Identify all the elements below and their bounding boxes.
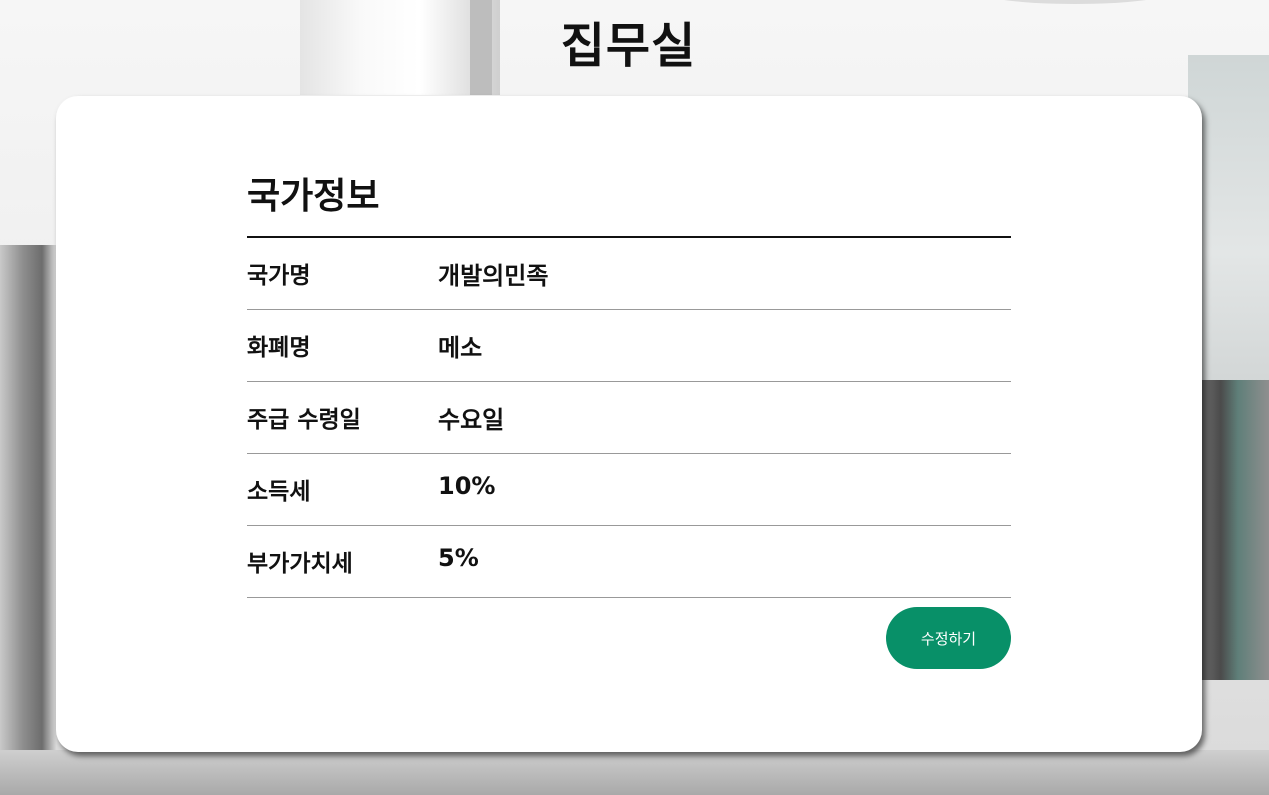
- edit-button[interactable]: 수정하기: [886, 607, 1011, 669]
- info-value: 10%: [438, 472, 496, 500]
- info-value: 메소: [438, 334, 483, 362]
- info-label: 화폐명: [247, 335, 311, 361]
- info-value: 수요일: [438, 406, 505, 434]
- page-title: 집무실: [560, 18, 697, 74]
- info-row-currency-name: 화폐명 메소: [247, 310, 1011, 382]
- info-row-income-tax: 소득세 10%: [247, 454, 1011, 526]
- background-books: [1200, 380, 1269, 680]
- background-desk: [0, 750, 1269, 795]
- info-value: 5%: [438, 544, 479, 572]
- section-title: 국가정보: [247, 172, 1011, 238]
- info-row-payday: 주급 수령일 수요일: [247, 382, 1011, 454]
- info-row-country-name: 국가명 개발의민족: [247, 238, 1011, 310]
- background-lamp: [980, 0, 1170, 4]
- info-label: 부가가치세: [247, 551, 353, 577]
- info-row-vat: 부가가치세 5%: [247, 526, 1011, 598]
- info-label: 주급 수령일: [247, 407, 361, 433]
- info-value: 개발의민족: [438, 262, 549, 290]
- background-monitor: [0, 245, 56, 765]
- country-info-card: 국가정보 국가명 개발의민족 화폐명 메소 주급 수령일 수요일 소득세 10%…: [56, 96, 1202, 752]
- info-label: 소득세: [247, 479, 311, 505]
- country-info-section: 국가정보 국가명 개발의민족 화폐명 메소 주급 수령일 수요일 소득세 10%…: [247, 172, 1011, 669]
- info-label: 국가명: [247, 263, 311, 289]
